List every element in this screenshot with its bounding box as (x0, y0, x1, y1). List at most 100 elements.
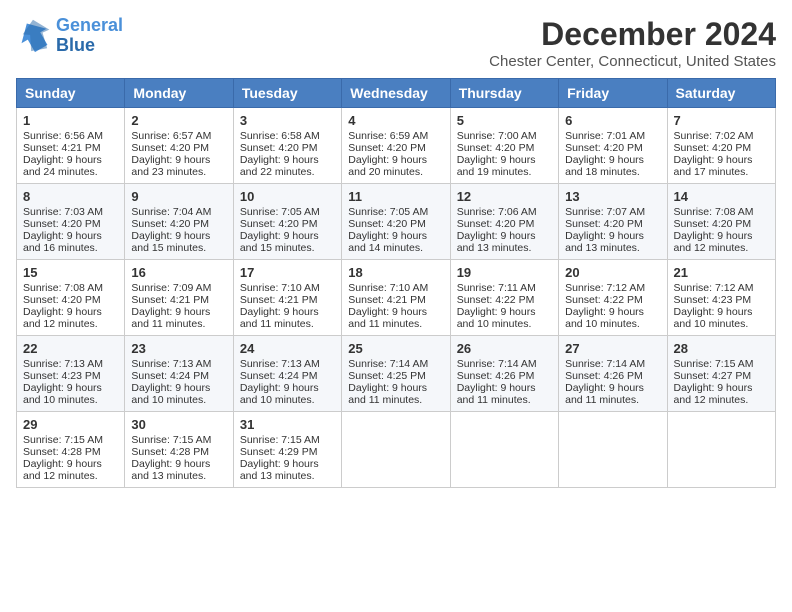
calendar-cell: 27 Sunrise: 7:14 AM Sunset: 4:26 PM Dayl… (559, 336, 667, 412)
calendar-cell: 21 Sunrise: 7:12 AM Sunset: 4:23 PM Dayl… (667, 260, 775, 336)
sunrise-text: Sunrise: 7:09 AM (131, 282, 211, 294)
day-number: 25 (348, 341, 443, 356)
daylight-text: Daylight: 9 hours and 10 minutes. (131, 382, 210, 406)
calendar-cell: 24 Sunrise: 7:13 AM Sunset: 4:24 PM Dayl… (233, 336, 341, 412)
sunset-text: Sunset: 4:20 PM (240, 218, 318, 230)
sunrise-text: Sunrise: 7:12 AM (674, 282, 754, 294)
calendar-cell (559, 412, 667, 488)
daylight-text: Daylight: 9 hours and 13 minutes. (131, 458, 210, 482)
day-number: 8 (23, 189, 118, 204)
day-number: 16 (131, 265, 226, 280)
daylight-text: Daylight: 9 hours and 10 minutes. (457, 306, 536, 330)
calendar-week-row: 1 Sunrise: 6:56 AM Sunset: 4:21 PM Dayli… (17, 108, 776, 184)
daylight-text: Daylight: 9 hours and 13 minutes. (240, 458, 319, 482)
daylight-text: Daylight: 9 hours and 12 minutes. (23, 306, 102, 330)
day-number: 17 (240, 265, 335, 280)
sunset-text: Sunset: 4:22 PM (565, 294, 643, 306)
subtitle: Chester Center, Connecticut, United Stat… (489, 53, 776, 70)
daylight-text: Daylight: 9 hours and 12 minutes. (674, 230, 753, 254)
sunrise-text: Sunrise: 7:10 AM (240, 282, 320, 294)
daylight-text: Daylight: 9 hours and 13 minutes. (457, 230, 536, 254)
daylight-text: Daylight: 9 hours and 11 minutes. (348, 306, 427, 330)
sunset-text: Sunset: 4:20 PM (131, 142, 209, 154)
day-number: 29 (23, 417, 118, 432)
day-of-week-header: Saturday (667, 79, 775, 108)
calendar-cell: 15 Sunrise: 7:08 AM Sunset: 4:20 PM Dayl… (17, 260, 125, 336)
sunrise-text: Sunrise: 7:08 AM (23, 282, 103, 294)
sunset-text: Sunset: 4:20 PM (23, 218, 101, 230)
day-number: 19 (457, 265, 552, 280)
calendar-cell: 23 Sunrise: 7:13 AM Sunset: 4:24 PM Dayl… (125, 336, 233, 412)
calendar-cell: 10 Sunrise: 7:05 AM Sunset: 4:20 PM Dayl… (233, 184, 341, 260)
daylight-text: Daylight: 9 hours and 17 minutes. (674, 154, 753, 178)
sunset-text: Sunset: 4:21 PM (240, 294, 318, 306)
sunrise-text: Sunrise: 7:05 AM (348, 206, 428, 218)
title-block: December 2024 Chester Center, Connecticu… (489, 16, 776, 70)
calendar-cell: 12 Sunrise: 7:06 AM Sunset: 4:20 PM Dayl… (450, 184, 558, 260)
calendar-cell: 31 Sunrise: 7:15 AM Sunset: 4:29 PM Dayl… (233, 412, 341, 488)
sunset-text: Sunset: 4:20 PM (23, 294, 101, 306)
day-number: 1 (23, 113, 118, 128)
daylight-text: Daylight: 9 hours and 15 minutes. (240, 230, 319, 254)
daylight-text: Daylight: 9 hours and 13 minutes. (565, 230, 644, 254)
sunset-text: Sunset: 4:25 PM (348, 370, 426, 382)
sunset-text: Sunset: 4:21 PM (348, 294, 426, 306)
calendar-cell (450, 412, 558, 488)
sunrise-text: Sunrise: 7:06 AM (457, 206, 537, 218)
calendar-table: SundayMondayTuesdayWednesdayThursdayFrid… (16, 78, 776, 488)
calendar-cell: 17 Sunrise: 7:10 AM Sunset: 4:21 PM Dayl… (233, 260, 341, 336)
calendar-cell: 3 Sunrise: 6:58 AM Sunset: 4:20 PM Dayli… (233, 108, 341, 184)
calendar-cell: 2 Sunrise: 6:57 AM Sunset: 4:20 PM Dayli… (125, 108, 233, 184)
daylight-text: Daylight: 9 hours and 16 minutes. (23, 230, 102, 254)
day-of-week-header: Wednesday (342, 79, 450, 108)
sunset-text: Sunset: 4:22 PM (457, 294, 535, 306)
calendar-cell (342, 412, 450, 488)
sunrise-text: Sunrise: 7:07 AM (565, 206, 645, 218)
calendar-cell: 9 Sunrise: 7:04 AM Sunset: 4:20 PM Dayli… (125, 184, 233, 260)
calendar-week-row: 29 Sunrise: 7:15 AM Sunset: 4:28 PM Dayl… (17, 412, 776, 488)
calendar-cell: 4 Sunrise: 6:59 AM Sunset: 4:20 PM Dayli… (342, 108, 450, 184)
sunset-text: Sunset: 4:23 PM (23, 370, 101, 382)
calendar-cell: 8 Sunrise: 7:03 AM Sunset: 4:20 PM Dayli… (17, 184, 125, 260)
day-number: 28 (674, 341, 769, 356)
day-number: 30 (131, 417, 226, 432)
calendar-cell: 6 Sunrise: 7:01 AM Sunset: 4:20 PM Dayli… (559, 108, 667, 184)
sunrise-text: Sunrise: 7:15 AM (131, 434, 211, 446)
sunset-text: Sunset: 4:21 PM (23, 142, 101, 154)
sunrise-text: Sunrise: 7:13 AM (131, 358, 211, 370)
day-number: 3 (240, 113, 335, 128)
day-number: 18 (348, 265, 443, 280)
sunset-text: Sunset: 4:24 PM (131, 370, 209, 382)
day-of-week-header: Sunday (17, 79, 125, 108)
sunrise-text: Sunrise: 7:12 AM (565, 282, 645, 294)
sunset-text: Sunset: 4:20 PM (457, 218, 535, 230)
daylight-text: Daylight: 9 hours and 10 minutes. (23, 382, 102, 406)
calendar-cell: 5 Sunrise: 7:00 AM Sunset: 4:20 PM Dayli… (450, 108, 558, 184)
day-number: 6 (565, 113, 660, 128)
daylight-text: Daylight: 9 hours and 18 minutes. (565, 154, 644, 178)
day-number: 21 (674, 265, 769, 280)
daylight-text: Daylight: 9 hours and 14 minutes. (348, 230, 427, 254)
daylight-text: Daylight: 9 hours and 15 minutes. (131, 230, 210, 254)
daylight-text: Daylight: 9 hours and 11 minutes. (131, 306, 210, 330)
calendar-cell: 16 Sunrise: 7:09 AM Sunset: 4:21 PM Dayl… (125, 260, 233, 336)
daylight-text: Daylight: 9 hours and 10 minutes. (674, 306, 753, 330)
daylight-text: Daylight: 9 hours and 10 minutes. (240, 382, 319, 406)
calendar-cell: 28 Sunrise: 7:15 AM Sunset: 4:27 PM Dayl… (667, 336, 775, 412)
day-number: 27 (565, 341, 660, 356)
sunset-text: Sunset: 4:20 PM (674, 218, 752, 230)
sunrise-text: Sunrise: 6:59 AM (348, 130, 428, 142)
calendar-cell: 18 Sunrise: 7:10 AM Sunset: 4:21 PM Dayl… (342, 260, 450, 336)
calendar-cell: 11 Sunrise: 7:05 AM Sunset: 4:20 PM Dayl… (342, 184, 450, 260)
sunset-text: Sunset: 4:23 PM (674, 294, 752, 306)
daylight-text: Daylight: 9 hours and 11 minutes. (240, 306, 319, 330)
calendar-cell: 29 Sunrise: 7:15 AM Sunset: 4:28 PM Dayl… (17, 412, 125, 488)
day-number: 15 (23, 265, 118, 280)
sunrise-text: Sunrise: 7:14 AM (565, 358, 645, 370)
day-of-week-header: Thursday (450, 79, 558, 108)
sunrise-text: Sunrise: 7:15 AM (674, 358, 754, 370)
calendar-cell: 13 Sunrise: 7:07 AM Sunset: 4:20 PM Dayl… (559, 184, 667, 260)
sunrise-text: Sunrise: 7:00 AM (457, 130, 537, 142)
day-number: 7 (674, 113, 769, 128)
day-of-week-header: Friday (559, 79, 667, 108)
